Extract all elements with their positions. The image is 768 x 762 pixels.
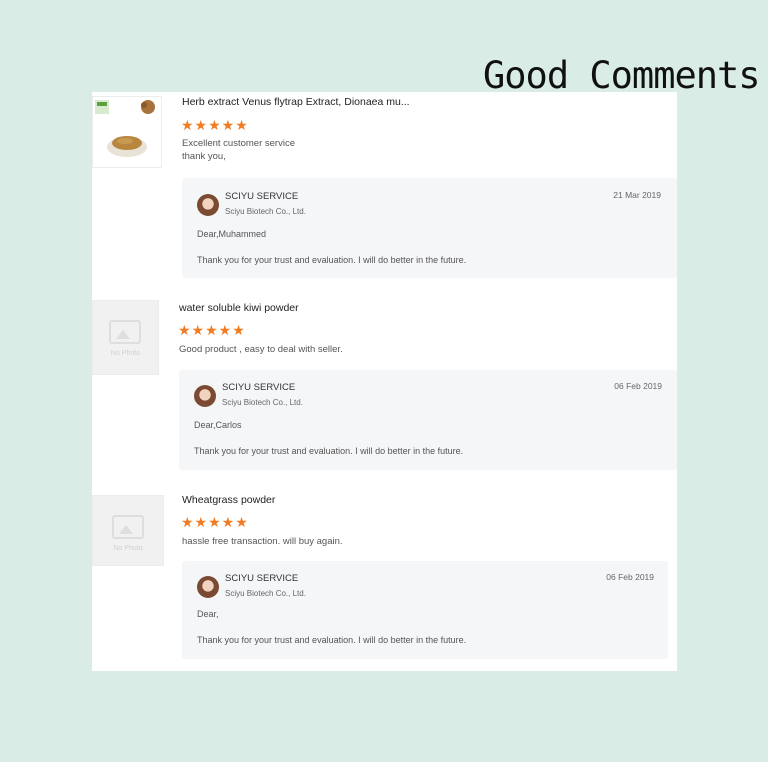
reply-message: Thank you for your trust and evaluation.… (197, 255, 467, 265)
image-placeholder-icon (109, 320, 141, 344)
comment-text: thank you, (182, 151, 226, 162)
star-rating: ★★★★★ (181, 117, 249, 133)
comment-text: hassle free transaction. will buy again. (182, 536, 343, 547)
product-thumbnail[interactable]: No Photo (92, 300, 159, 375)
reply-message: Thank you for your trust and evaluation.… (194, 446, 464, 456)
reply-message: Thank you for your trust and evaluation.… (197, 635, 467, 645)
product-thumbnail[interactable] (92, 96, 162, 168)
reply-greeting: Dear, (197, 609, 219, 619)
product-name[interactable]: water soluble kiwi powder (179, 302, 299, 314)
image-placeholder-icon (112, 515, 144, 539)
comment-text: Good product , easy to deal with seller. (179, 344, 343, 355)
seller-reply: SCIYU SERVICE Sciyu Biotech Co., Ltd. 21… (182, 178, 677, 278)
reply-date: 06 Feb 2019 (606, 572, 654, 582)
no-photo-label: No Photo (110, 350, 141, 357)
star-rating: ★★★★★ (181, 514, 249, 530)
reviews-panel: Herb extract Venus flytrap Extract, Dion… (92, 92, 677, 671)
star-rating: ★★★★★ (178, 322, 246, 338)
seller-reply: SCIYU SERVICE Sciyu Biotech Co., Ltd. 06… (182, 561, 668, 659)
product-name[interactable]: Herb extract Venus flytrap Extract, Dion… (182, 96, 410, 108)
comment-text: Excellent customer service (182, 138, 295, 149)
reply-date: 06 Feb 2019 (614, 381, 662, 391)
avatar (197, 576, 219, 598)
reply-author: SCIYU SERVICE (222, 382, 296, 393)
reply-author: SCIYU SERVICE (225, 573, 299, 584)
product-name[interactable]: Wheatgrass powder (182, 494, 275, 506)
reply-date: 21 Mar 2019 (613, 190, 661, 200)
reply-company: Sciyu Biotech Co., Ltd. (225, 207, 306, 216)
product-photo-icon (95, 100, 155, 157)
reply-greeting: Dear,Carlos (194, 420, 242, 430)
reply-author: SCIYU SERVICE (225, 191, 299, 202)
seller-reply: SCIYU SERVICE Sciyu Biotech Co., Ltd. 06… (179, 370, 677, 470)
product-thumbnail[interactable]: No Photo (92, 495, 164, 566)
reply-greeting: Dear,Muhammed (197, 229, 267, 239)
reply-company: Sciyu Biotech Co., Ltd. (225, 589, 306, 598)
avatar (197, 194, 219, 216)
avatar (194, 385, 216, 407)
no-photo-label: No Photo (113, 545, 143, 552)
reply-company: Sciyu Biotech Co., Ltd. (222, 398, 303, 407)
